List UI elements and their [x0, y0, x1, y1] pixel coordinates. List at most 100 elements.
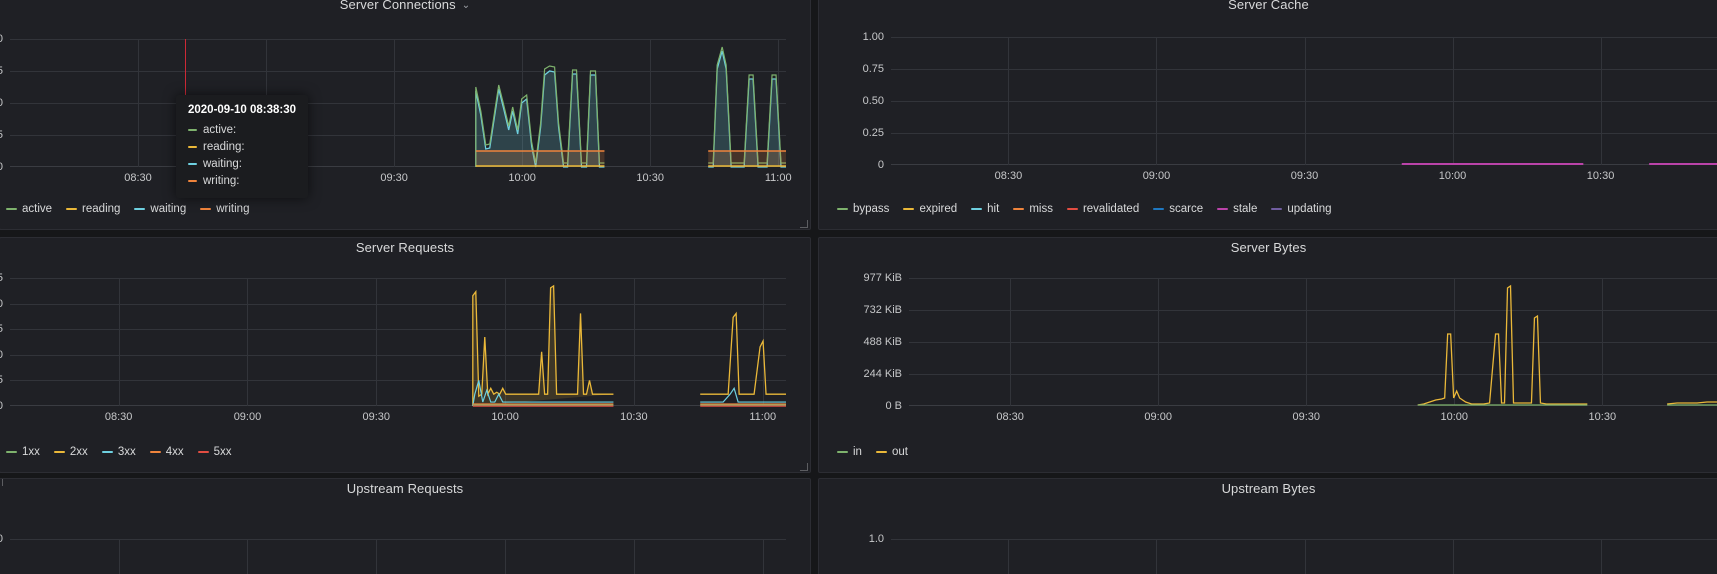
chart-server-bytes: 977 KiB 732 KiB 488 KiB 244 KiB 0 B 08:3… [819, 256, 1717, 414]
panel-title-server-requests[interactable]: Server Requests [0, 238, 810, 256]
gridline [634, 539, 635, 574]
legend-label: expired [919, 202, 957, 216]
series-color-swatch-2xx [54, 451, 65, 453]
legend-label: 4xx [166, 445, 184, 459]
panel-server-connections[interactable]: Server Connections⌄ 10.0 7.5 5.0 2.5 0 [0, 0, 811, 230]
x-axis-tick: 09:30 [363, 411, 391, 423]
panel-title-upstream-requests[interactable]: Upstream Requests [0, 479, 810, 497]
legend-item-updating[interactable]: updating [1271, 202, 1331, 216]
y-axis-tick: 1.0 [869, 533, 884, 545]
x-axis-tick: 10:00 [1441, 411, 1469, 423]
legend-item-5xx[interactable]: 5xx [198, 445, 232, 459]
legend-label: out [892, 445, 908, 459]
x-axis-tick: 10:30 [636, 172, 664, 184]
series-color-swatch-3xx [102, 451, 113, 453]
series-lines-server-cache [891, 37, 1717, 165]
panel-title-server-cache[interactable]: Server Cache [819, 0, 1717, 13]
x-axis-tick: 09:30 [380, 172, 408, 184]
plot-area-server-cache: 1.00 0.75 0.50 0.25 0 08:30 09:00 09:30 … [891, 37, 1717, 165]
legend-server-cache: bypass expired hit miss revalidated scar… [831, 202, 1332, 216]
x-axis-tick: 09:00 [1144, 411, 1172, 423]
legend-label: scarce [1169, 202, 1203, 216]
legend-label: reading [82, 202, 120, 216]
tooltip-row-writing: writing: [188, 174, 296, 188]
x-axis-tick: 08:30 [105, 411, 133, 423]
legend-label: stale [1233, 202, 1257, 216]
legend-label: miss [1029, 202, 1053, 216]
legend-item-out[interactable]: out [876, 445, 908, 459]
series-color-swatch-scarce [1153, 208, 1164, 210]
legend-item-reading[interactable]: reading [66, 202, 120, 216]
y-axis-tick: 0 [0, 400, 3, 412]
legend-label: 3xx [118, 445, 136, 459]
legend-item-revalidated[interactable]: revalidated [1067, 202, 1139, 216]
series-color-swatch-in [837, 451, 848, 453]
legend-item-hit[interactable]: hit [971, 202, 999, 216]
y-axis-tick: 0.75 [863, 63, 884, 75]
panel-title-server-connections[interactable]: Server Connections ⌄ [0, 0, 810, 15]
panel-resize-handle[interactable] [799, 219, 808, 228]
panel-title-server-bytes[interactable]: Server Bytes [819, 238, 1717, 256]
panel-title-text: Server Connections [340, 0, 456, 12]
panel-title-text: Upstream Requests [347, 481, 464, 496]
panel-server-requests[interactable]: Server Requests 25 20 15 10 5 [0, 237, 811, 473]
legend-item-waiting[interactable]: waiting [134, 202, 186, 216]
series-color-swatch-expired [903, 208, 914, 210]
legend-item-1xx[interactable]: 1xx [6, 445, 40, 459]
panel-resize-handle[interactable] [2, 478, 11, 487]
x-axis-tick: 08:30 [995, 170, 1023, 182]
chart-server-connections: 10.0 7.5 5.0 2.5 0 08:30 09:00 09:30 10:… [0, 15, 810, 173]
legend-label: updating [1287, 202, 1331, 216]
legend-item-writing[interactable]: writing [200, 202, 249, 216]
panel-resize-handle[interactable] [799, 462, 808, 471]
gridline [119, 539, 120, 574]
legend-item-expired[interactable]: expired [903, 202, 957, 216]
gridline [376, 539, 377, 574]
chevron-down-icon[interactable]: ⌄ [462, 0, 470, 14]
y-axis-tick: 0.50 [863, 95, 884, 107]
panel-title-upstream-bytes[interactable]: Upstream Bytes [819, 479, 1717, 497]
x-axis-tick: 10:00 [491, 411, 519, 423]
series-color-swatch-bypass [837, 208, 848, 210]
y-axis-tick: 244 KiB [863, 368, 902, 380]
series-color-swatch-active [6, 208, 17, 210]
x-axis-tick: 10:00 [508, 172, 536, 184]
series-color-swatch-hit [971, 208, 982, 210]
legend-item-4xx[interactable]: 4xx [150, 445, 184, 459]
gridline [10, 539, 786, 540]
chart-upstream-bytes: 1.0 [819, 497, 1717, 574]
legend-item-stale[interactable]: stale [1217, 202, 1257, 216]
series-color-swatch-out [876, 451, 887, 453]
panel-server-cache[interactable]: Server Cache 1.00 0.75 0.50 0.25 0 08:30 [818, 0, 1717, 230]
series-lines-server-bytes [909, 278, 1717, 406]
panel-title-text: Server Requests [356, 240, 454, 255]
gridline [247, 539, 248, 574]
legend-item-bypass[interactable]: bypass [837, 202, 889, 216]
gridline [1008, 539, 1009, 574]
panel-server-bytes[interactable]: Server Bytes 977 KiB 732 KiB 488 KiB 244… [818, 237, 1717, 473]
legend-item-3xx[interactable]: 3xx [102, 445, 136, 459]
series-color-swatch-writing [200, 208, 211, 210]
gridline [1453, 539, 1454, 574]
legend-label: active [22, 202, 52, 216]
legend-server-connections: active reading waiting writing [0, 202, 249, 216]
legend-label: bypass [853, 202, 889, 216]
series-color-swatch-1xx [6, 451, 17, 453]
plot-area-server-bytes: 977 KiB 732 KiB 488 KiB 244 KiB 0 B 08:3… [909, 278, 1717, 406]
legend-item-active[interactable]: active [6, 202, 52, 216]
legend-item-in[interactable]: in [837, 445, 862, 459]
panel-upstream-bytes[interactable]: Upstream Bytes 1.0 [818, 478, 1717, 574]
legend-label: in [853, 445, 862, 459]
panel-upstream-requests[interactable]: Upstream Requests 0 [0, 478, 811, 574]
y-axis-tick: 7.5 [0, 65, 3, 77]
x-axis-tick: 11:00 [749, 411, 776, 423]
y-axis-tick: 10 [0, 349, 3, 361]
legend-item-scarce[interactable]: scarce [1153, 202, 1203, 216]
panel-title-text: Server Bytes [1231, 240, 1307, 255]
legend-item-miss[interactable]: miss [1013, 202, 1053, 216]
legend-item-2xx[interactable]: 2xx [54, 445, 88, 459]
series-color-swatch-4xx [150, 451, 161, 453]
series-color-swatch-reading [66, 208, 77, 210]
y-axis-tick: 977 KiB [863, 272, 902, 284]
y-axis-tick: 2.5 [0, 129, 3, 141]
